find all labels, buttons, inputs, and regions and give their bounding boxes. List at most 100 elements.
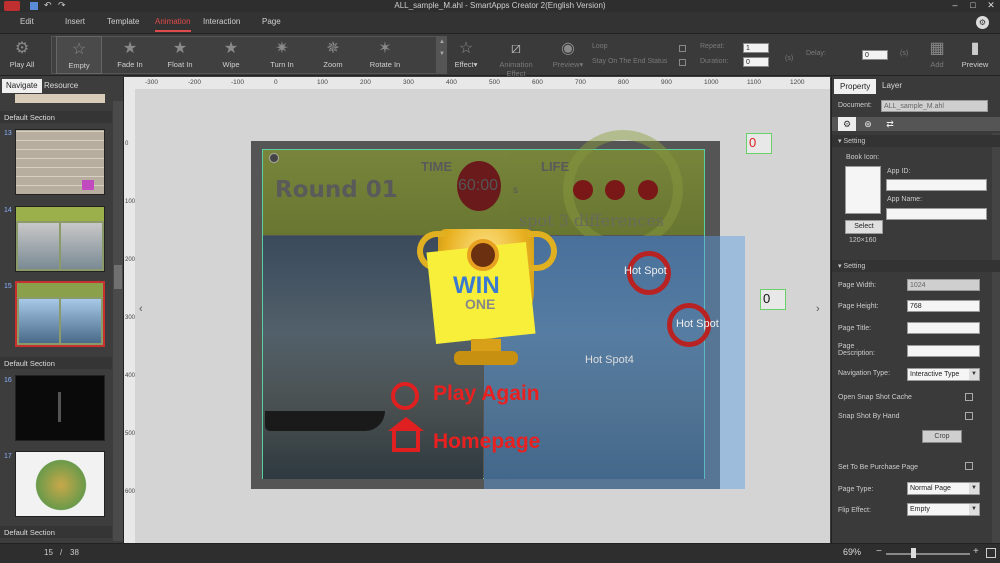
select-button[interactable]: Select bbox=[845, 220, 883, 234]
play-all-button[interactable]: ⚙ Play All bbox=[6, 36, 38, 74]
ruler-tick-label: 800 bbox=[618, 79, 629, 86]
page-number: 14 bbox=[4, 207, 12, 214]
effect-turn-in-button[interactable]: ✷ Turn In bbox=[259, 36, 305, 74]
zoom-in-icon[interactable]: + bbox=[973, 546, 979, 557]
page-title-input[interactable] bbox=[907, 322, 980, 334]
chevron-down-icon: ▼ bbox=[969, 369, 979, 380]
duration-input[interactable]: 0 bbox=[743, 57, 769, 67]
fit-screen-icon[interactable] bbox=[986, 548, 996, 558]
tab-layer[interactable]: Layer bbox=[882, 81, 902, 90]
target-icon[interactable]: ⊛ bbox=[860, 117, 876, 131]
setting-section-header[interactable]: ▾ Setting bbox=[832, 135, 1000, 147]
effect-wipe-button[interactable]: ★ Wipe bbox=[208, 36, 254, 74]
menu-edit[interactable]: Edit bbox=[20, 17, 34, 26]
section-header[interactable]: Default Section bbox=[0, 111, 112, 123]
thumb-bar bbox=[58, 392, 61, 422]
page-thumbnail[interactable] bbox=[15, 129, 105, 195]
help-icon[interactable]: ⚙ bbox=[976, 16, 989, 29]
timer-unit: s bbox=[513, 185, 518, 196]
menu-page[interactable]: Page bbox=[262, 17, 281, 26]
page-thumbnail[interactable] bbox=[15, 206, 105, 272]
repeat-input[interactable]: 1 bbox=[743, 43, 769, 53]
menu-insert[interactable]: Insert bbox=[65, 17, 85, 26]
delay-input[interactable]: 0 bbox=[862, 50, 888, 60]
app-id-input[interactable] bbox=[886, 179, 987, 191]
page-thumbnail-selected[interactable] bbox=[15, 281, 105, 347]
zoom-out-icon[interactable]: − bbox=[876, 546, 882, 557]
prev-page-arrow[interactable]: ‹ bbox=[139, 303, 143, 315]
section-header[interactable]: Default Section bbox=[0, 526, 112, 538]
app-name-input[interactable] bbox=[886, 208, 987, 220]
menu-template[interactable]: Template bbox=[107, 17, 139, 26]
loop-label: Loop bbox=[592, 43, 608, 50]
left-panel-scrollbar[interactable] bbox=[113, 101, 123, 541]
page-description-input[interactable] bbox=[907, 345, 980, 357]
effect-float-in-button[interactable]: ★ Float In bbox=[157, 36, 203, 74]
scrollbar-thumb[interactable] bbox=[114, 265, 122, 289]
minimize-button[interactable]: – bbox=[946, 0, 964, 12]
ruler-tick-label: 500 bbox=[489, 79, 500, 86]
add-button[interactable]: ▦ Add bbox=[924, 36, 950, 74]
zoom-slider[interactable] bbox=[886, 553, 970, 555]
menu-bar: Edit Insert Template Animation Interacti… bbox=[0, 12, 1000, 34]
star-icon: ✷ bbox=[275, 40, 289, 57]
page-thumbnail[interactable] bbox=[15, 375, 105, 441]
property-panel: Property Layer Document: ALL_sample_M.ah… bbox=[831, 77, 1000, 543]
back-circle-icon[interactable] bbox=[269, 153, 279, 163]
crop-button[interactable]: Crop bbox=[922, 430, 962, 443]
stay-checkbox[interactable] bbox=[679, 59, 686, 66]
setting-section-header[interactable]: ▾ Setting bbox=[832, 260, 1000, 272]
snap-cache-checkbox[interactable] bbox=[965, 393, 973, 401]
gear-icon[interactable]: ⚙ bbox=[838, 117, 856, 131]
star-icon: ★ bbox=[172, 40, 188, 57]
preview-button[interactable]: ▮ Preview bbox=[958, 36, 992, 74]
replay-icon[interactable] bbox=[391, 382, 419, 410]
play-again-button[interactable]: Play Again bbox=[433, 382, 540, 406]
home-icon[interactable] bbox=[392, 430, 420, 452]
sync-icon[interactable]: ⇄ bbox=[882, 117, 898, 131]
counter-widget[interactable]: 0 bbox=[746, 133, 772, 154]
close-button[interactable]: ✕ bbox=[982, 0, 1000, 12]
flip-effect-select[interactable]: Empty ▼ bbox=[907, 503, 980, 516]
homepage-button[interactable]: Homepage bbox=[433, 430, 540, 454]
effect-rotate-in-button[interactable]: ✶ Rotate In bbox=[362, 36, 408, 74]
page-canvas[interactable]: Round 01 TIME LIFE 60:00 s spot 3 differ… bbox=[251, 130, 745, 489]
animation-effect-button[interactable]: ⧄ Animation Effect bbox=[494, 36, 538, 78]
duration-label: Duration: bbox=[700, 58, 729, 65]
document-label: Document: bbox=[838, 102, 872, 109]
tab-property[interactable]: Property bbox=[834, 79, 877, 94]
effect-zoom-button[interactable]: ✵ Zoom bbox=[310, 36, 356, 74]
effect-button[interactable]: ☆ Effect▾ bbox=[451, 36, 481, 74]
page-height-input[interactable]: 768 bbox=[907, 300, 980, 312]
thumb-partial[interactable] bbox=[15, 94, 105, 103]
menu-animation[interactable]: Animation bbox=[155, 17, 191, 32]
tab-navigate[interactable]: Navigate bbox=[2, 79, 42, 93]
gallery-scroll[interactable]: ▲ ▼ bbox=[437, 36, 447, 74]
preview-dropdown-button[interactable]: ◉ Preview▾ bbox=[551, 36, 585, 74]
counter-widget[interactable]: 0 bbox=[760, 289, 786, 310]
tab-resource[interactable]: Resource bbox=[40, 79, 82, 93]
total-pages: 38 bbox=[70, 548, 79, 557]
page-thumbnail[interactable] bbox=[15, 451, 105, 517]
stay-label: Stay On The End Status bbox=[592, 58, 668, 65]
section-header[interactable]: Default Section bbox=[0, 357, 112, 369]
next-page-arrow[interactable]: › bbox=[816, 303, 820, 315]
snap-hand-checkbox[interactable] bbox=[965, 412, 973, 420]
page-type-select[interactable]: Normal Page ▼ bbox=[907, 482, 980, 495]
round-label: Round 01 bbox=[275, 177, 398, 203]
zoom-slider-handle[interactable] bbox=[911, 548, 916, 558]
page-separator: / bbox=[60, 548, 63, 557]
animation-toolbar: ⚙ Play All ☆ Empty ★ Fade In ★ Float In … bbox=[0, 34, 1000, 78]
effect-empty-button[interactable]: ☆ Empty bbox=[56, 36, 102, 74]
menu-interaction[interactable]: Interaction bbox=[203, 17, 240, 26]
effect-fade-in-button[interactable]: ★ Fade In bbox=[107, 36, 153, 74]
loop-checkbox[interactable] bbox=[679, 45, 686, 52]
page-width-label: Page Width: bbox=[838, 282, 877, 289]
navigation-type-select[interactable]: Interactive Type ▼ bbox=[907, 368, 980, 381]
purchase-checkbox[interactable] bbox=[965, 462, 973, 470]
ruler-tick-label: 1100 bbox=[747, 79, 761, 86]
panel-scrollbar[interactable] bbox=[992, 133, 1000, 543]
thumb-photo-right bbox=[61, 223, 102, 269]
thumb-header bbox=[17, 283, 103, 297]
maximize-button[interactable]: □ bbox=[964, 0, 982, 12]
